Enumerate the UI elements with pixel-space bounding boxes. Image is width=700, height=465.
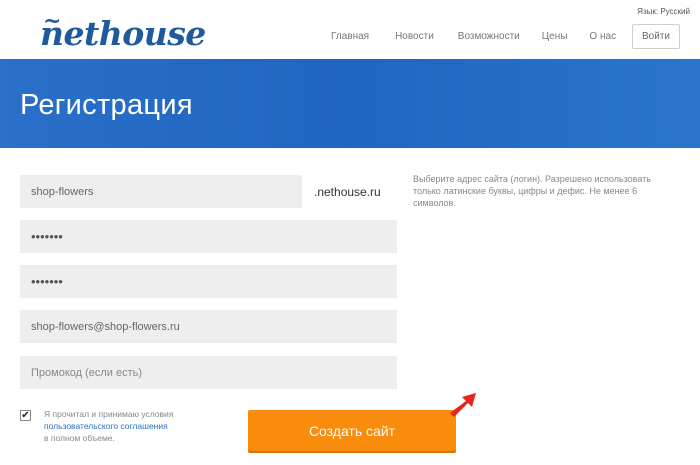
agree-checkbox[interactable]: ✔: [20, 410, 31, 421]
nethouse-logo[interactable]: ~ nethouse: [40, 8, 206, 54]
create-site-button[interactable]: Создать сайт: [248, 410, 456, 451]
promo-code-placeholder: Промокод (если есть): [31, 366, 143, 379]
promo-code-input[interactable]: Промокод (если есть): [20, 356, 397, 389]
password-confirm-input[interactable]: •••••••: [20, 265, 397, 298]
nav-item-features[interactable]: Возможности: [458, 31, 520, 42]
agreement-text-1: Я прочитал и принимаю условия: [44, 409, 174, 419]
password-value: •••••••: [31, 229, 63, 244]
domain-suffix: .nethouse.ru: [314, 185, 381, 199]
email-input[interactable]: shop-flowers@shop-flowers.ru: [20, 310, 397, 343]
nav-item-prices[interactable]: Цены: [542, 31, 568, 42]
password-input[interactable]: •••••••: [20, 220, 397, 253]
site-login-input[interactable]: shop-flowers: [20, 175, 302, 208]
login-hint: Выберите адрес сайта (логин). Разрешено …: [413, 174, 651, 208]
check-icon: ✔: [21, 409, 30, 421]
logo-text: nethouse: [40, 14, 206, 53]
email-value: shop-flowers@shop-flowers.ru: [31, 320, 180, 333]
page-banner: Регистрация: [0, 59, 700, 148]
red-arrow-icon: [450, 393, 476, 417]
nav-item-news[interactable]: Новости: [395, 31, 434, 42]
language-selector[interactable]: Язык: Русский: [637, 7, 690, 16]
site-login-value: shop-flowers: [31, 185, 94, 198]
page-title: Регистрация: [20, 89, 193, 121]
site-header: ~ nethouse Язык: Русский Главная Новости…: [0, 0, 700, 59]
agreement-text-2: в полном объеме.: [44, 433, 115, 443]
logo-tilde-icon: ~: [43, 8, 61, 34]
main-nav: Главная Новости Возможности Цены О нас: [331, 31, 616, 42]
user-agreement-link[interactable]: пользовательского соглашения: [44, 421, 168, 431]
password-confirm-value: •••••••: [31, 274, 63, 289]
agreement-text: Я прочитал и принимаю условия пользовате…: [44, 408, 214, 444]
login-button[interactable]: Войти: [632, 24, 680, 49]
nav-item-home[interactable]: Главная: [331, 31, 369, 42]
nav-item-about[interactable]: О нас: [589, 31, 616, 42]
